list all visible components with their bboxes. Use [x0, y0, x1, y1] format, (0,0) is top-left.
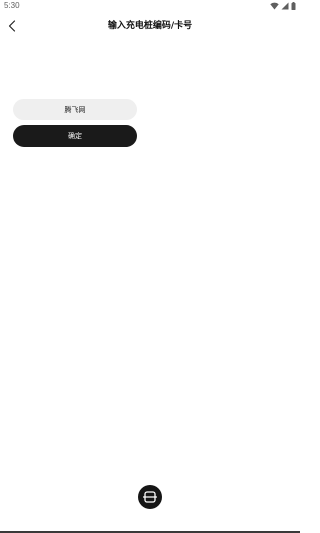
wifi-icon	[270, 2, 279, 10]
status-time: 5:30	[4, 1, 20, 10]
header: 输入充电桩编码/卡号	[0, 14, 300, 38]
status-bar: 5:30	[0, 0, 300, 12]
signal-icon	[281, 2, 289, 10]
page-title: 输入充电桩编码/卡号	[107, 21, 193, 31]
confirm-button[interactable]: 确定	[13, 125, 137, 147]
scan-button[interactable]	[138, 485, 162, 509]
scan-icon	[142, 488, 158, 507]
status-icons	[270, 2, 296, 10]
battery-icon	[291, 2, 296, 10]
charger-code-input[interactable]	[13, 99, 137, 120]
charger-code-screen: 5:30 输入充电桩编码/卡号 腾飞网 确定	[0, 0, 300, 533]
